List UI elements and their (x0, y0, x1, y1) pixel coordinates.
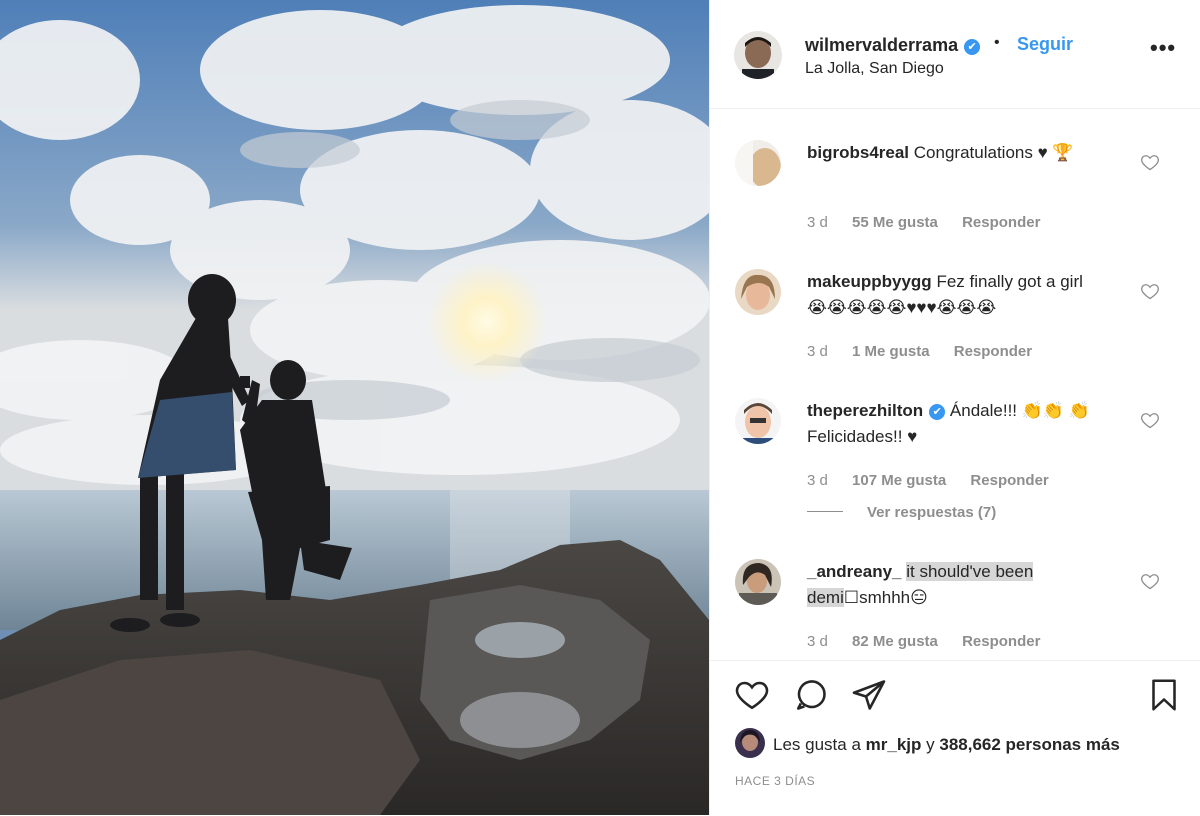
comment-age[interactable]: 3 d (807, 633, 828, 650)
comment-text: _andreany_ it should've been demi☐smhhh😑 (807, 559, 1107, 611)
liked-by-prefix: Les gusta a (773, 735, 861, 754)
likes-summary: Les gusta a mr_kjp y 388,662 personas má… (735, 728, 1120, 758)
share-icon[interactable] (851, 677, 887, 713)
comment-meta: 3 d 1 Me gusta Responder (807, 343, 1052, 360)
reply-button[interactable]: Responder (954, 343, 1032, 360)
commenter-avatar[interactable] (735, 269, 781, 315)
post-location[interactable]: La Jolla, San Diego (805, 60, 944, 78)
commenter-avatar[interactable] (735, 559, 781, 605)
commenter-avatar[interactable] (735, 398, 781, 444)
author-avatar[interactable] (734, 31, 782, 79)
heart-icon[interactable] (734, 677, 770, 713)
comment-age[interactable]: 3 d (807, 472, 828, 489)
comment-body: Congratulations ♥ 🏆 (913, 143, 1074, 162)
verified-badge-icon: ✔ (929, 404, 946, 420)
reply-button[interactable]: Responder (962, 214, 1040, 231)
comment-text: theperezhilton ✔ Ándale!!! 👏👏 👏 Felicidad… (807, 398, 1107, 450)
comment-body-rest: ☐smhhh😑 (843, 588, 928, 607)
commenter-username[interactable]: bigrobs4real (807, 143, 909, 162)
post-header: wilmervalderrama ✔ • Seguir La Jolla, San… (710, 0, 1200, 109)
reply-button[interactable]: Responder (970, 472, 1048, 489)
liker-avatar[interactable] (735, 728, 765, 758)
comment-meta: 3 d 55 Me gusta Responder (807, 214, 1060, 231)
comment-like-heart-icon[interactable] (1140, 410, 1160, 430)
comments-list[interactable]: bigrobs4real Congratulations ♥ 🏆 3 d 55 … (710, 109, 1200, 661)
commenter-username[interactable]: makeuppbyygg (807, 272, 932, 291)
post-sidebar: wilmervalderrama ✔ • Seguir La Jolla, San… (709, 0, 1200, 815)
liked-by-suffix: y (926, 735, 935, 754)
comment-likes[interactable]: 1 Me gusta (852, 343, 930, 360)
comment-icon[interactable] (793, 677, 829, 713)
verified-badge-icon: ✔ (964, 39, 981, 55)
view-replies-label[interactable]: Ver respuestas (7) (867, 504, 996, 521)
more-options-icon[interactable]: ••• (1150, 35, 1176, 61)
comment-meta: 3 d 107 Me gusta Responder (807, 472, 1069, 489)
liked-by-count[interactable]: 388,662 personas más (939, 735, 1120, 754)
comment-likes[interactable]: 82 Me gusta (852, 633, 938, 650)
proposal-photo-image (0, 0, 709, 815)
view-replies-link[interactable]: Ver respuestas (7) (807, 504, 996, 521)
commenter-avatar[interactable] (735, 140, 781, 186)
comment-age[interactable]: 3 d (807, 343, 828, 360)
comment-like-heart-icon[interactable] (1140, 152, 1160, 172)
bookmark-icon[interactable] (1146, 677, 1182, 713)
post-photo[interactable] (0, 0, 709, 815)
comment-age[interactable]: 3 d (807, 214, 828, 231)
author-username-text[interactable]: wilmervalderrama (805, 35, 958, 55)
comment-text: makeuppbyygg Fez finally got a girl 😭😭😭😭… (807, 269, 1107, 321)
header-separator: • (994, 34, 1000, 51)
commenter-username[interactable]: theperezhilton (807, 401, 923, 420)
follow-button[interactable]: Seguir (1017, 34, 1073, 55)
commenter-username[interactable]: _andreany_ (807, 562, 902, 581)
comment-like-heart-icon[interactable] (1140, 281, 1160, 301)
post-time-ago[interactable]: HACE 3 DÍAS (735, 774, 815, 788)
replies-divider-line (807, 511, 843, 512)
post-actions: Les gusta a mr_kjp y 388,662 personas má… (710, 660, 1200, 816)
comment-meta: 3 d 82 Me gusta Responder (807, 633, 1060, 650)
reply-button[interactable]: Responder (962, 633, 1040, 650)
author-username[interactable]: wilmervalderrama ✔ (805, 35, 981, 56)
comment-likes[interactable]: 55 Me gusta (852, 214, 938, 231)
liked-by-user[interactable]: mr_kjp (866, 735, 922, 754)
comment-like-heart-icon[interactable] (1140, 571, 1160, 591)
comment-text: bigrobs4real Congratulations ♥ 🏆 (807, 140, 1107, 166)
comment-likes[interactable]: 107 Me gusta (852, 472, 946, 489)
